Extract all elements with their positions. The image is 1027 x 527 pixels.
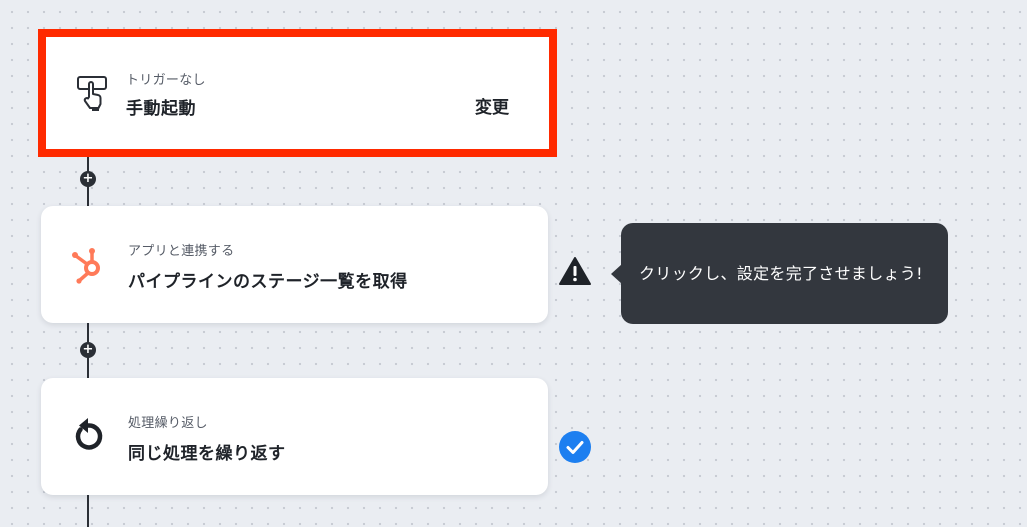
- loop-icon: [75, 418, 103, 450]
- step-type-label: アプリと連携する: [128, 244, 235, 259]
- step-type-label: トリガーなし: [126, 73, 206, 88]
- add-step-button[interactable]: +: [80, 171, 96, 187]
- setup-hint-tooltip: クリックし、設定を完了させましょう!: [621, 223, 948, 324]
- loop-step-card[interactable]: 処理繰り返し 同じ処理を繰り返す: [41, 378, 548, 495]
- step-title: パイプラインのステージ一覧を取得: [128, 272, 408, 292]
- change-trigger-button[interactable]: 変更: [475, 93, 509, 118]
- step-type-label: 処理繰り返し: [128, 416, 208, 431]
- trigger-step-card[interactable]: トリガーなし 手動起動 変更: [38, 29, 557, 157]
- step-title: 手動起動: [126, 99, 196, 119]
- app-integration-step-card[interactable]: アプリと連携する パイプラインのステージ一覧を取得: [41, 206, 548, 323]
- step-title: 同じ処理を繰り返す: [128, 444, 286, 464]
- check-complete-icon: [559, 431, 591, 463]
- hubspot-logo-icon: [72, 248, 100, 284]
- warning-icon: [559, 257, 591, 285]
- hand-tap-icon: [77, 76, 107, 111]
- add-step-button[interactable]: +: [80, 342, 96, 358]
